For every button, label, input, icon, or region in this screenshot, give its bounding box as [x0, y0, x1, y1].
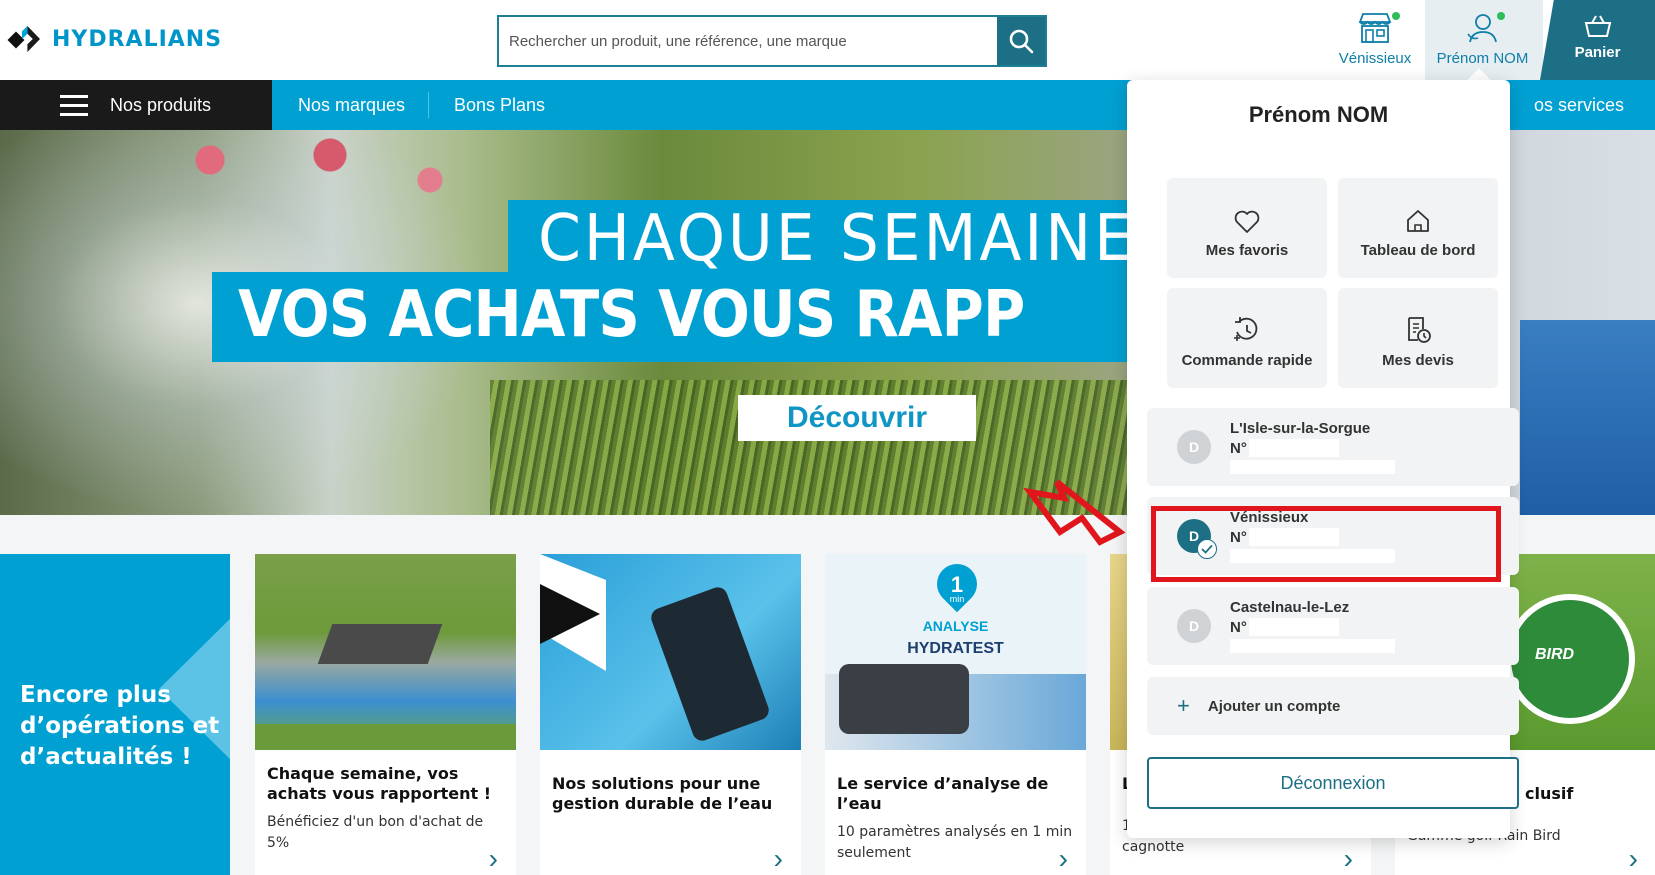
- chevron-right-icon: ›: [1343, 843, 1353, 874]
- tile-label: Mes devis: [1382, 352, 1454, 369]
- nav-link-services[interactable]: os services: [1534, 80, 1624, 130]
- user-label: Prénom NOM: [1436, 50, 1529, 67]
- hamburger-icon: [60, 95, 88, 122]
- analysis-badge-unit: min: [949, 594, 965, 604]
- search-input[interactable]: [499, 17, 997, 65]
- cart-label: Panier: [1574, 44, 1621, 61]
- tile-label: Tableau de bord: [1360, 242, 1476, 259]
- tile-favorites[interactable]: Mes favoris: [1167, 178, 1327, 278]
- nav-divider: [428, 92, 429, 118]
- promo-text: Encore plus d’opérations et d’actualités…: [20, 682, 220, 770]
- hero-headline-1: CHAQUE SEMAINE: [538, 202, 1136, 276]
- nav-link-brands[interactable]: Nos marques: [298, 80, 405, 130]
- search-icon: [1009, 29, 1034, 54]
- search-button[interactable]: [997, 17, 1045, 65]
- tile-quotes[interactable]: Mes devis: [1338, 288, 1498, 388]
- nav-link-deals[interactable]: Bons Plans: [454, 80, 545, 130]
- page: HYDRALIANS Vénissieux Prénom NOM: [0, 0, 1655, 875]
- card-title: Le service d’analyse de l’eau: [837, 774, 1049, 813]
- account-city: Castelnau-le-Lez: [1230, 599, 1350, 616]
- card-weekly-deals[interactable]: Chaque semaine, vos achats vous rapporte…: [255, 554, 516, 875]
- rainbird-logo-text: BIRD: [1535, 646, 1575, 663]
- plus-icon: +: [1177, 693, 1190, 718]
- products-menu-button[interactable]: Nos produits: [0, 80, 272, 130]
- tile-quick-order[interactable]: Commande rapide: [1167, 288, 1327, 388]
- user-icon: [1466, 14, 1497, 43]
- panel-title: Prénom NOM: [1248, 102, 1389, 127]
- red-arrow-annotation: [1023, 479, 1126, 546]
- products-menu-label: Nos produits: [110, 94, 212, 115]
- store-selector[interactable]: Vénissieux: [1330, 12, 1420, 67]
- account-item[interactable]: D Castelnau-le-Lez N°: [1147, 587, 1519, 665]
- logout-button[interactable]: Déconnexion: [1147, 757, 1519, 809]
- account-item[interactable]: D L'Isle-sur-la-Sorgue N°: [1147, 408, 1519, 486]
- add-account-button[interactable]: + Ajouter un compte: [1147, 677, 1519, 735]
- tile-dashboard[interactable]: Tableau de bord: [1338, 178, 1498, 278]
- hero-discover-button[interactable]: Découvrir: [738, 395, 976, 441]
- heart-icon: [1234, 210, 1260, 233]
- redacted-account-name: [1230, 639, 1395, 653]
- logo-text: HYDRALIANS: [52, 26, 223, 52]
- chevron-right-icon: ›: [1628, 843, 1638, 874]
- card-desc: Bénéficiez d'un bon d'achat de 5%: [267, 814, 484, 851]
- account-avatar: D: [1177, 430, 1211, 464]
- card-image: [255, 554, 516, 750]
- hero-flowers-image: [130, 130, 490, 250]
- search-bar: [497, 15, 1047, 67]
- redacted-account-name: [1230, 460, 1395, 474]
- promo-tile[interactable]: Encore plus d’opérations et d’actualités…: [0, 554, 230, 875]
- tile-label: Mes favoris: [1205, 242, 1289, 259]
- quote-document-icon: [1408, 317, 1431, 343]
- red-highlight-annotation: [1151, 506, 1501, 582]
- tile-label: Commande rapide: [1181, 352, 1313, 369]
- status-dot: [1392, 12, 1400, 20]
- chevron-right-icon: ›: [488, 843, 498, 874]
- logo[interactable]: HYDRALIANS: [7, 22, 223, 56]
- user-account-button[interactable]: Prénom NOM: [1430, 12, 1535, 67]
- hydratest-brand: HYDRATEST: [907, 640, 1004, 657]
- account-avatar: D: [1177, 609, 1211, 643]
- redacted-account-number: [1249, 618, 1339, 636]
- add-account-label: Ajouter un compte: [1207, 697, 1341, 715]
- hero-pool-image: [1520, 320, 1655, 515]
- card-image: [540, 554, 801, 750]
- card-water-solutions[interactable]: Nos solutions pour une gestion durable d…: [540, 554, 801, 875]
- header: HYDRALIANS Vénissieux Prénom NOM: [0, 0, 1655, 80]
- chevron-right-icon: ›: [1058, 843, 1068, 874]
- account-number-prefix: N°: [1230, 619, 1247, 636]
- analysis-badge-label: ANALYSE: [922, 618, 989, 634]
- cart-button[interactable]: Panier: [1540, 0, 1655, 80]
- home-icon: [1407, 210, 1429, 232]
- status-dot: [1497, 12, 1505, 20]
- account-city: L'Isle-sur-la-Sorgue: [1230, 420, 1371, 437]
- account-number-prefix: N°: [1230, 440, 1247, 457]
- hero-headline-2: VOS ACHATS VOUS RAPP: [238, 278, 1025, 352]
- card-title: Nos solutions pour une gestion durable d…: [552, 774, 773, 813]
- account-dropdown: Prénom NOM Mes favoris Tableau de bord C…: [1127, 80, 1519, 838]
- card-desc: 10 paramètres analysés en 1 min seulemen…: [837, 824, 1073, 861]
- basket-icon: [1584, 15, 1611, 37]
- card-title: Chaque semaine, vos achats vous rapporte…: [267, 764, 491, 803]
- chevron-right-icon: ›: [773, 843, 783, 874]
- quick-order-icon: [1234, 317, 1258, 341]
- card-water-analysis[interactable]: 1 min ANALYSE HYDRATEST Le service d’ana…: [825, 554, 1086, 875]
- redacted-account-number: [1249, 439, 1339, 457]
- logo-mark-icon: [7, 22, 40, 56]
- card-image: 1 min ANALYSE HYDRATEST: [825, 554, 1086, 750]
- store-icon: [1358, 13, 1392, 43]
- store-label: Vénissieux: [1338, 50, 1412, 67]
